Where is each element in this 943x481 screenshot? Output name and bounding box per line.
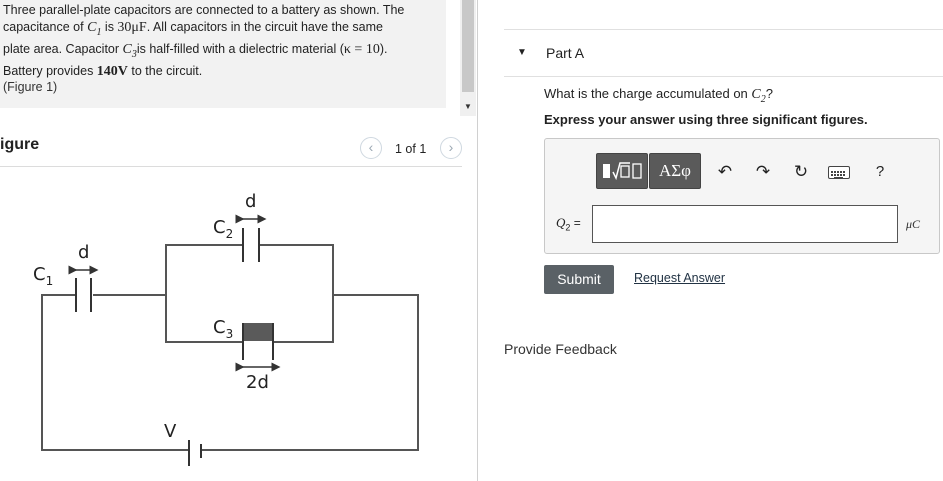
text-fragment: capacitance of: [3, 20, 88, 34]
kappa-value: κ = 10: [343, 41, 380, 57]
label-d1: d: [78, 242, 89, 263]
battery: [188, 440, 202, 466]
problem-statement: Three parallel-plate capacitors are conn…: [3, 2, 443, 80]
capacitance-value: 30μF: [117, 20, 147, 35]
dielectric-block: [243, 323, 273, 341]
capacitor-c2: [242, 228, 260, 262]
help-button[interactable]: ?: [868, 160, 892, 184]
equals-sign: =: [570, 216, 581, 230]
var-letter: C: [751, 87, 761, 102]
circuit-wires: [41, 244, 419, 451]
part-header-top-divider: [504, 29, 943, 30]
next-figure-button[interactable]: ›: [440, 137, 462, 159]
template-icon: [603, 162, 642, 181]
part-header-bottom-divider: [504, 76, 943, 77]
provide-feedback-link[interactable]: Provide Feedback: [504, 341, 617, 357]
text-fragment: Battery provides: [3, 63, 97, 78]
math-template-button[interactable]: [596, 153, 648, 189]
undo-icon[interactable]: ↶: [713, 160, 737, 184]
problem-line-3: plate area. Capacitor C3is half-filled w…: [3, 41, 443, 63]
text-fragment: What is the charge accumulated on: [544, 86, 752, 101]
capacitor-c1: [75, 278, 92, 312]
part-title[interactable]: Part A: [546, 45, 584, 61]
figure-link[interactable]: (Figure 1): [3, 80, 57, 94]
previous-figure-button[interactable]: ‹: [360, 137, 382, 159]
label-c2: C2: [213, 217, 233, 241]
chevron-left-icon: ‹: [368, 139, 374, 155]
voltage-value: 140V: [96, 63, 128, 79]
circuit-diagram: C1 C2 C3 d d 2d V: [33, 191, 419, 466]
redo-icon[interactable]: ↷: [751, 160, 775, 184]
text-fragment: ?: [765, 86, 773, 101]
figure-title: igure: [0, 136, 40, 153]
capacitor-c3: [242, 323, 274, 360]
answer-input[interactable]: [592, 205, 898, 243]
scroll-down-arrow-icon[interactable]: ▼: [460, 100, 476, 114]
label-2d: 2d: [246, 372, 269, 393]
label-c3: C3: [213, 317, 233, 341]
problem-line-2: capacitance of C1 is 30μF. All capacitor…: [3, 19, 443, 41]
label-c1: C1: [33, 264, 53, 288]
text-fragment: . All capacitors in the circuit have the…: [146, 20, 383, 34]
keyboard-keys: [831, 171, 845, 179]
chevron-right-icon: ›: [448, 139, 454, 155]
answer-variable-label: Q2 =: [556, 215, 581, 232]
greek-symbols-button[interactable]: ΑΣφ: [649, 153, 701, 189]
request-answer-link[interactable]: Request Answer: [634, 271, 725, 285]
instruction-text: Express your answer using three signific…: [544, 112, 868, 127]
label-d2: d: [245, 191, 256, 212]
keyboard-icon[interactable]: [828, 166, 850, 179]
var-letter: Q: [556, 215, 566, 230]
text-fragment: plate area. Capacitor: [3, 41, 123, 56]
figure-header-divider: [0, 166, 462, 167]
var-c2: C2: [751, 87, 765, 105]
var-letter: C: [122, 41, 132, 57]
problem-line-4: Battery provides 140V to the circuit.: [3, 63, 443, 80]
text-fragment: to the circuit.: [127, 63, 203, 78]
text-fragment: ).: [379, 41, 388, 56]
reset-icon[interactable]: ↻: [789, 160, 813, 184]
figure-page-counter: 1 of 1: [395, 142, 427, 156]
var-c1: C1: [87, 20, 101, 38]
collapse-triangle-icon[interactable]: ▼: [517, 47, 527, 58]
submit-button[interactable]: Submit: [544, 265, 614, 294]
problem-line-1: Three parallel-plate capacitors are conn…: [3, 3, 405, 17]
question-text: What is the charge accumulated on C2?: [544, 86, 773, 105]
text-fragment: is: [101, 20, 118, 34]
unit-label: μC: [906, 217, 921, 231]
var-c3: C3: [122, 41, 137, 60]
scrollbar-thumb[interactable]: [462, 0, 474, 92]
text-fragment: is half-filled with a dielectric materia…: [136, 41, 344, 56]
label-v: V: [164, 421, 177, 442]
panel-divider: [477, 0, 478, 481]
